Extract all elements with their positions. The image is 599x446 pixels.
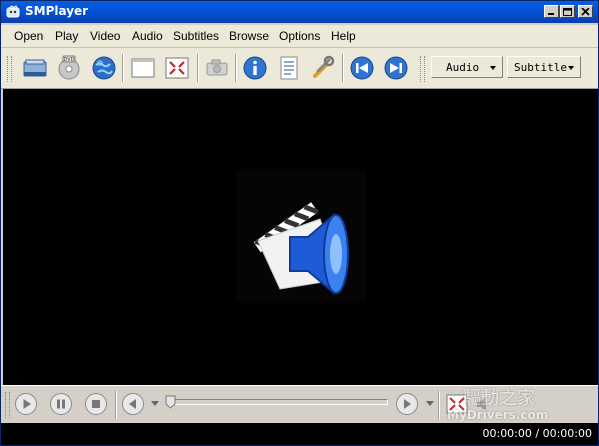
- toolbar-grip[interactable]: [420, 56, 425, 82]
- toolbar-grip[interactable]: [7, 56, 12, 82]
- svg-text:DVD: DVD: [63, 57, 74, 63]
- menu-help[interactable]: Help: [331, 29, 356, 43]
- maximize-icon: [563, 8, 572, 16]
- toolbar-separator: [122, 54, 124, 82]
- open-dvd-icon[interactable]: DVD: [55, 54, 83, 82]
- watermark: 驅動之家 MyDrivers.com: [441, 386, 596, 422]
- audio-combo-label: Audio: [446, 61, 480, 74]
- controls-separator: [438, 391, 440, 419]
- open-file-icon[interactable]: [21, 54, 49, 82]
- rewind-icon[interactable]: [121, 392, 145, 416]
- minimize-icon: [548, 13, 554, 15]
- pause-icon[interactable]: [49, 392, 73, 416]
- toolbar-separator: [197, 54, 199, 82]
- toolbar-separator: [235, 54, 237, 82]
- preferences-icon[interactable]: [309, 54, 337, 82]
- menu-options[interactable]: Options: [279, 29, 320, 43]
- menu-video[interactable]: Video: [90, 29, 120, 43]
- compact-mode-icon[interactable]: [163, 54, 191, 82]
- seek-slider-handle[interactable]: [165, 395, 176, 409]
- previous-icon[interactable]: [348, 54, 376, 82]
- window-title: SMPlayer: [25, 4, 89, 18]
- maximize-button[interactable]: [560, 5, 575, 18]
- playlist-icon[interactable]: [275, 54, 303, 82]
- seek-slider-track[interactable]: [166, 399, 388, 405]
- close-button[interactable]: [578, 5, 593, 18]
- controls-separator: [115, 391, 117, 419]
- main-toolbar: DVD Audio Subtitle: [1, 48, 598, 89]
- screenshot-icon[interactable]: [203, 54, 231, 82]
- chevron-down-icon: [490, 66, 496, 70]
- chevron-down-icon: [568, 66, 574, 70]
- menu-open[interactable]: Open: [14, 29, 43, 43]
- main-window: SMPlayer Open Play Video Audio Subtitles…: [0, 0, 599, 446]
- forward-icon[interactable]: [395, 392, 419, 416]
- fullscreen-window-icon[interactable]: [129, 54, 157, 82]
- minimize-button[interactable]: [544, 5, 559, 18]
- controls-grip[interactable]: [5, 392, 10, 418]
- menu-audio[interactable]: Audio: [132, 29, 163, 43]
- stop-icon[interactable]: [84, 392, 108, 416]
- menu-play[interactable]: Play: [55, 29, 78, 43]
- rewind-options-chevron-icon[interactable]: [151, 401, 159, 407]
- subtitle-combo-label: Subtitle: [514, 61, 567, 74]
- video-area[interactable]: [3, 89, 598, 385]
- close-icon: [581, 8, 590, 16]
- subtitle-track-combo[interactable]: Subtitle: [507, 56, 581, 78]
- toolbar-separator: [342, 54, 344, 82]
- audio-file-logo-icon: [236, 171, 366, 301]
- time-display: 00:00:00 / 00:00:00: [482, 427, 592, 440]
- title-bar[interactable]: SMPlayer: [1, 1, 598, 23]
- audio-track-combo[interactable]: Audio: [431, 56, 503, 78]
- play-icon[interactable]: [14, 392, 38, 416]
- forward-options-chevron-icon[interactable]: [426, 401, 434, 407]
- menu-browse[interactable]: Browse: [229, 29, 269, 43]
- open-url-icon[interactable]: [90, 54, 118, 82]
- info-icon[interactable]: [241, 54, 269, 82]
- menu-bar: Open Play Video Audio Subtitles Browse O…: [1, 25, 598, 48]
- status-bar: 00:00:00 / 00:00:00: [1, 423, 598, 445]
- menu-subtitles[interactable]: Subtitles: [173, 29, 219, 43]
- watermark-text-en: MyDrivers.com: [447, 408, 549, 422]
- next-icon[interactable]: [382, 54, 410, 82]
- watermark-text-cn: 驅動之家: [463, 388, 535, 409]
- smplayer-app-icon: [6, 5, 20, 18]
